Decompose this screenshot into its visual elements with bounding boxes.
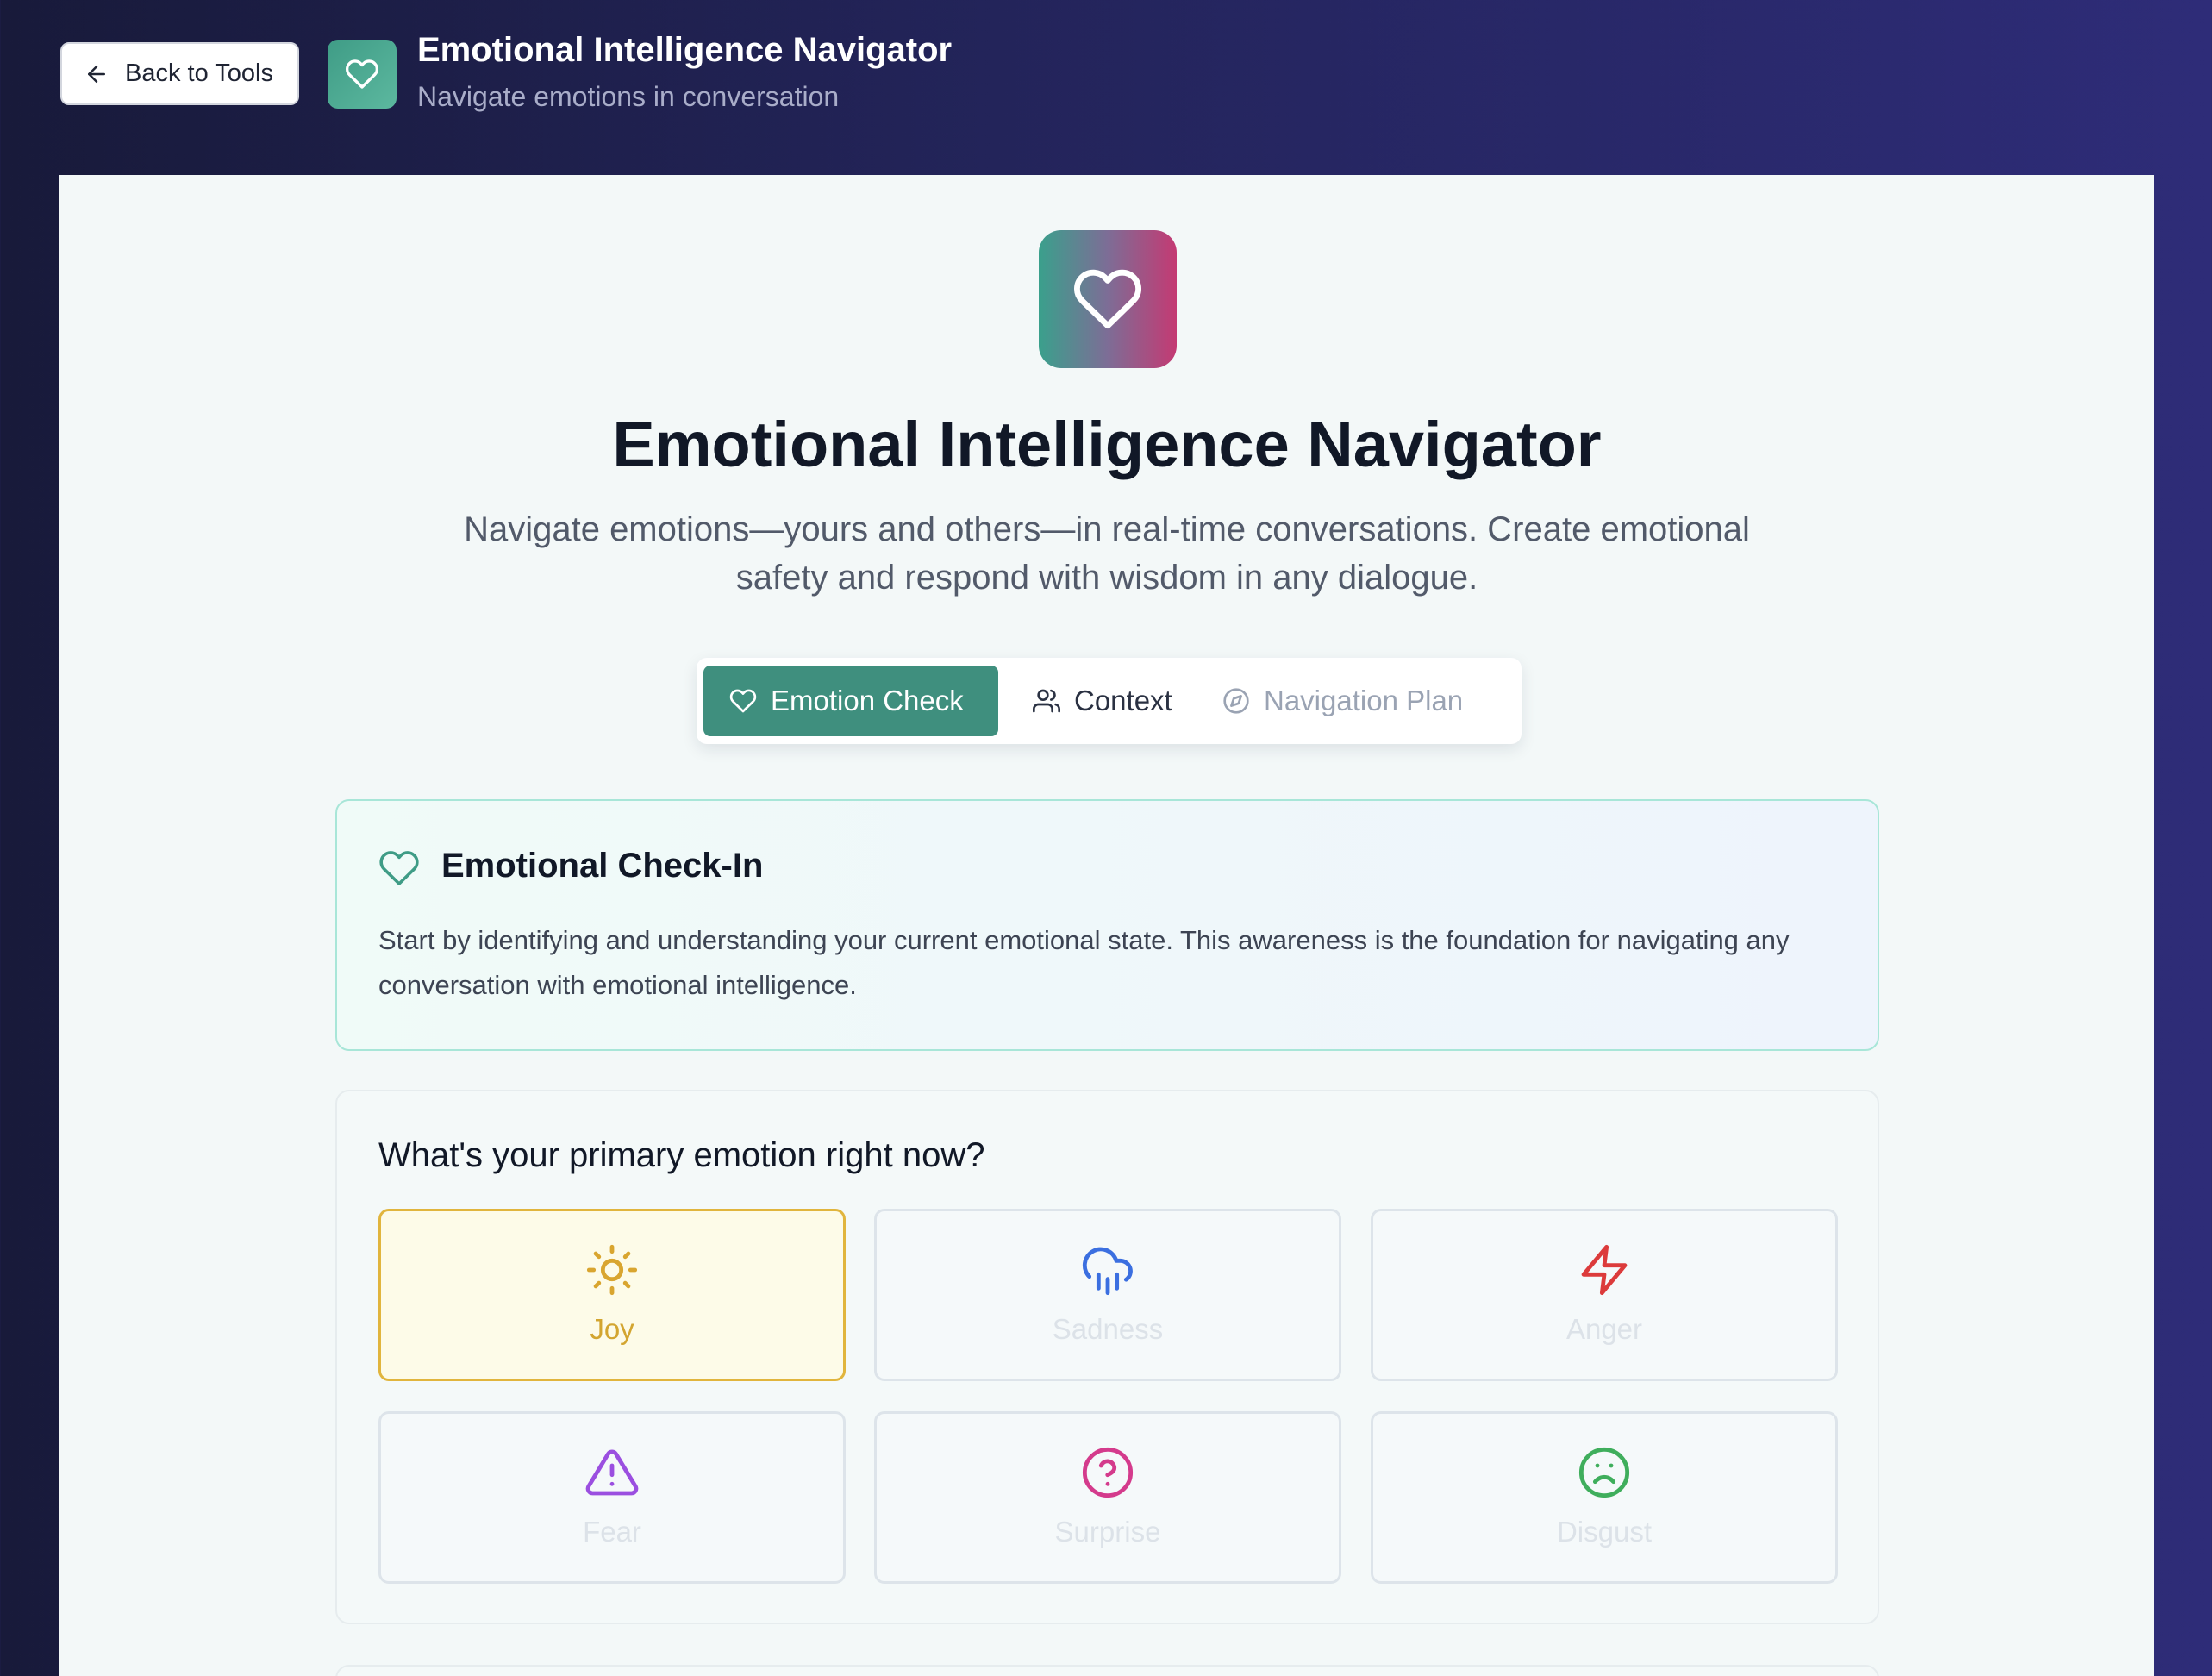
emotion-label: Fear [583, 1516, 641, 1548]
tab-context[interactable]: Context [1007, 666, 1188, 736]
emotion-label: Surprise [1054, 1516, 1161, 1548]
cloud-rain-icon [1082, 1247, 1133, 1296]
tab-emotion-check[interactable]: Emotion Check [703, 666, 998, 736]
emotion-label: Sadness [1052, 1313, 1164, 1345]
back-to-tools-label: Back to Tools [125, 59, 273, 87]
emotion-option-anger[interactable]: Anger [1371, 1209, 1838, 1381]
emotion-label: Anger [1565, 1313, 1643, 1345]
card-title: Emotional Check-In [441, 847, 764, 885]
heart-icon [345, 59, 379, 89]
header-title: Emotional Intelligence Navigator [417, 31, 953, 69]
main-panel: Emotional Intelligence Navigator Navigat… [59, 175, 2154, 1676]
emotion-option-surprise[interactable]: Surprise [874, 1411, 1341, 1584]
page-title: Emotional Intelligence Navigator [612, 409, 1602, 480]
arrow-left-icon [88, 65, 105, 83]
zap-icon [1581, 1244, 1628, 1296]
emotion-picker-card: What's your primary emotion right now? J… [335, 1090, 1879, 1624]
top-header: Back to Tools Emotional Intelligence Nav… [0, 0, 2212, 175]
emotion-question: What's your primary emotion right now? [378, 1136, 985, 1174]
tab-label: Emotion Check [771, 685, 964, 716]
emotion-option-joy[interactable]: Joy [378, 1209, 846, 1381]
sun-icon [586, 1244, 638, 1296]
card-description: Start by identifying and understanding y… [378, 925, 1790, 1000]
emotional-check-in-card: Emotional Check-In Start by identifying … [335, 799, 1879, 1051]
heart-icon [1074, 269, 1141, 329]
header-subtitle: Navigate emotions in conversation [417, 81, 840, 112]
app-logo [328, 40, 397, 109]
emotion-label: Joy [590, 1313, 634, 1345]
help-circle-icon [1082, 1447, 1134, 1498]
hero-logo [1039, 230, 1177, 368]
back-to-tools-button[interactable]: Back to Tools [60, 42, 299, 105]
users-icon [1033, 689, 1060, 713]
page-description: Navigate emotions—yours and others—in re… [464, 510, 1750, 597]
emotion-option-sadness[interactable]: Sadness [874, 1209, 1341, 1381]
frown-icon [1578, 1447, 1630, 1498]
heart-icon [379, 851, 419, 885]
next-section-card [335, 1665, 1879, 1676]
compass-icon [1223, 688, 1249, 714]
tab-bar: Emotion Check Context Navigation Plan [697, 658, 1522, 744]
emotion-option-fear[interactable]: Fear [378, 1411, 846, 1584]
tab-navigation-plan[interactable]: Navigation Plan [1197, 666, 1507, 736]
emotion-option-disgust[interactable]: Disgust [1371, 1411, 1838, 1584]
tab-label: Navigation Plan [1264, 685, 1464, 716]
alert-triangle-icon [585, 1449, 639, 1496]
tab-label: Context [1074, 685, 1172, 716]
heart-icon [729, 689, 757, 713]
emotion-label: Disgust [1556, 1516, 1653, 1548]
